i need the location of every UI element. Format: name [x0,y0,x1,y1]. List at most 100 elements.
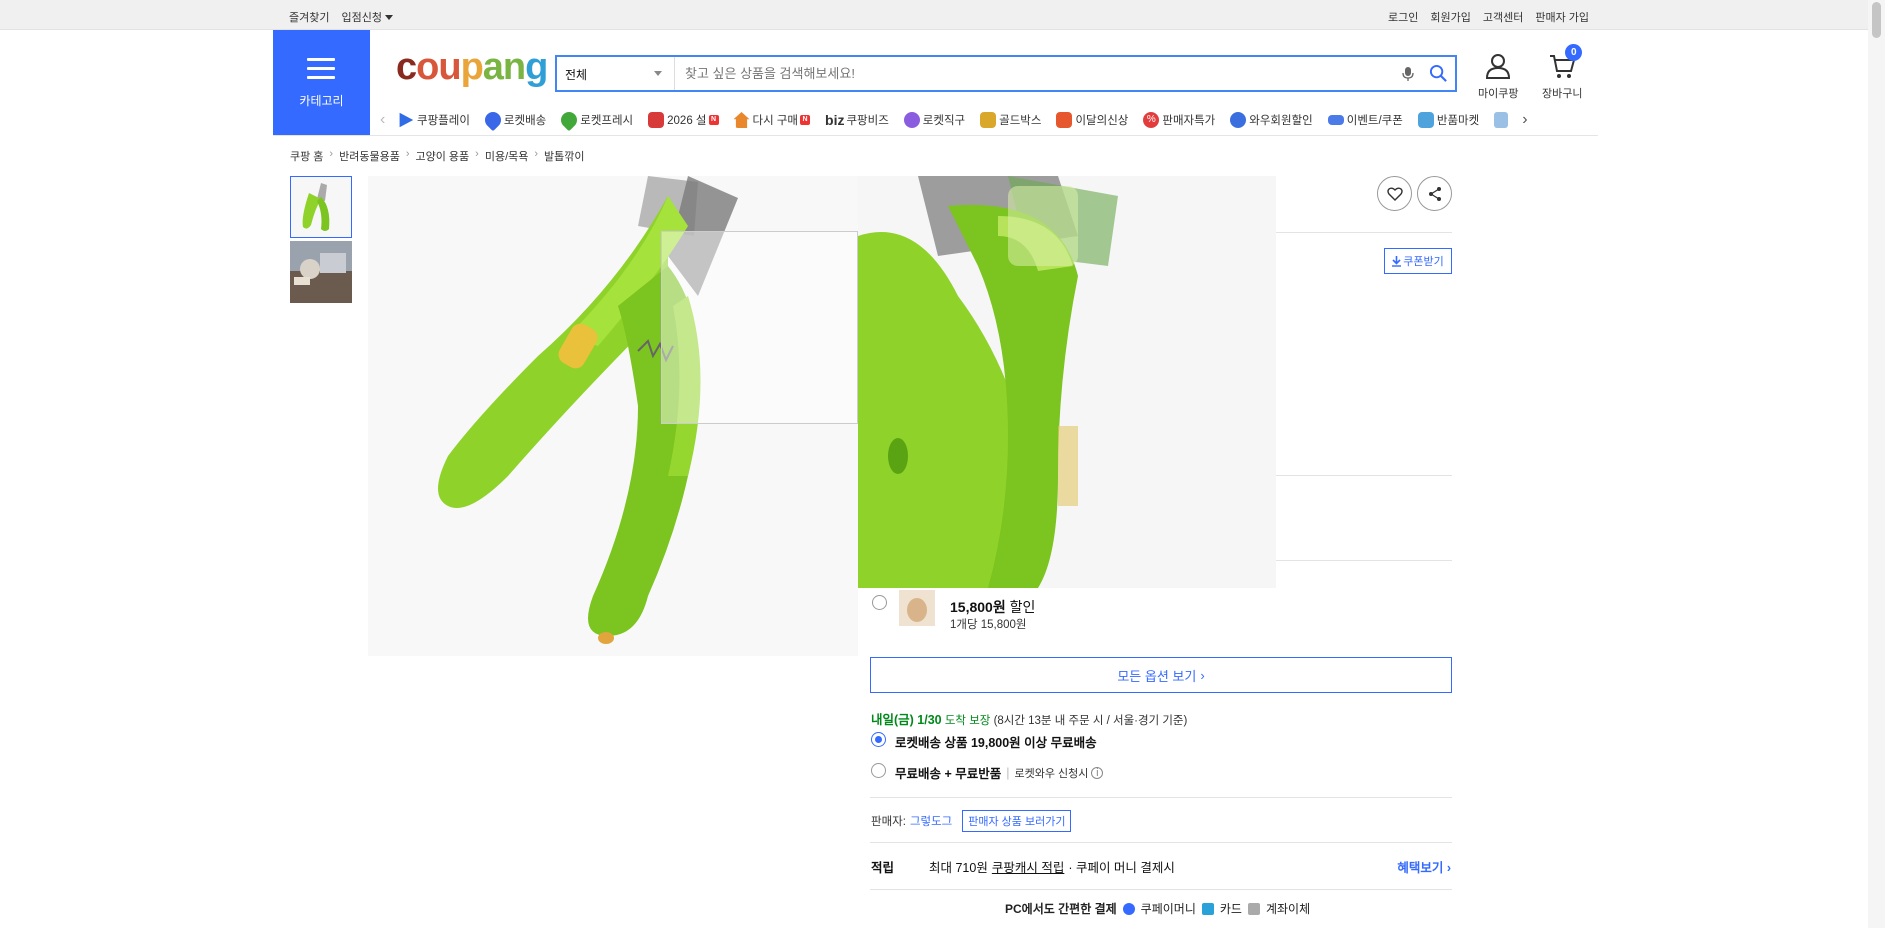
nav-item-label: 쿠팡비즈 [846,115,889,127]
search-icon[interactable] [1421,57,1455,90]
hamburger-icon [307,58,335,85]
breadcrumb-item[interactable]: 쿠팡 홈 [290,148,323,164]
seller-products-link[interactable]: 판매자 상품 보러가기 [962,810,1072,832]
cart-label: 장바구니 [1542,88,1583,100]
quick-nav-strip: ‹ 쿠팡플레이 로켓배송 로켓프레시 2026 설N 다시 구매 N biz 쿠팡비… [380,108,1580,132]
coupang-logo[interactable]: coupang [396,46,548,89]
top-utility-bar: 즐겨찾기 입점신청 로그인 회원가입 고객센터 판매자 가입 [0,0,1885,30]
nav-next-arrow-icon[interactable]: › [1522,111,1540,129]
nav-prev-arrow-icon[interactable]: ‹ [380,111,398,129]
option-discount-label: 할인 [1009,599,1036,615]
seller-apply-label: 입점신청 [341,12,382,24]
ticket-icon [1327,115,1344,125]
nav-item-return-market[interactable]: 반품마켓 [1417,112,1480,128]
shipping-radio[interactable] [871,732,886,747]
search-input[interactable] [675,57,1395,90]
product-thumbnail[interactable] [290,176,352,238]
option-unit-price: 1개당 15,800원 [950,619,1027,631]
wow-icon [1230,112,1247,128]
benefits-link[interactable]: 혜택보기 › [1397,857,1451,876]
seller-apply-link[interactable]: 입점신청 [341,9,393,25]
nav-item-label: 이달의신상 [1075,115,1129,127]
globe-icon [903,112,920,128]
share-icon [1428,186,1441,201]
nav-item-goldbox[interactable]: 골드박스 [980,112,1041,128]
customer-center-link[interactable]: 고객센터 [1483,9,1523,25]
nav-item-label: 로켓프레시 [580,115,634,127]
get-coupon-label: 쿠폰받기 [1403,256,1444,268]
more-nav-icon [1494,112,1509,128]
nav-item-rebuy[interactable]: 다시 구매 N [733,112,811,128]
delivery-info: 내일(금) 1/30 도착 보장 (8시간 13분 내 주문 시 / 서울·경기… [871,709,1187,728]
breadcrumb-separator: › [329,148,334,160]
nav-item-coupangplay[interactable]: 쿠팡플레이 [398,112,470,128]
percent-icon: % [1143,112,1160,128]
nav-item-label: 2026 설 [667,115,707,127]
nav-item-label: 판매자특가 [1162,115,1216,127]
nav-item-label: 쿠팡플레이 [417,115,470,127]
shipping-option-label: 로켓배송 상품 19,800원 이상 무료배송 [895,736,1097,750]
payment-methods: PC에서도 간편한 결제 쿠페이머니 카드 계좌이체 [1005,900,1310,917]
wishlist-button[interactable] [1377,176,1412,211]
new-badge: N [800,115,811,125]
signup-link[interactable]: 회원가입 [1430,9,1470,25]
nav-item-seller-deals[interactable]: % 판매자특가 [1143,112,1215,128]
rocket-icon [481,108,505,132]
page-scrollbar[interactable] [1868,0,1885,928]
cart-button[interactable]: 0 장바구니 [1542,44,1583,101]
breadcrumb-item[interactable]: 미용/목욕 [485,148,529,164]
breadcrumb-item[interactable]: 반려동물용품 [339,148,400,164]
search-scope-select[interactable]: 전체 [557,57,675,90]
shipping-option-rocket[interactable]: 로켓배송 상품 19,800원 이상 무료배송 [871,732,1097,751]
nav-item-wow-discount[interactable]: 와우회원할인 [1230,112,1313,128]
seller-name-link[interactable]: 그렇도그 [910,813,952,829]
get-coupon-button[interactable]: 쿠폰받기 [1384,248,1452,274]
cart-count-badge: 0 [1565,44,1583,61]
nav-item-new-arrivals[interactable]: 이달의신상 [1056,112,1128,128]
scrollbar-thumb[interactable] [1872,2,1881,38]
nav-item-rocket-fresh[interactable]: 로켓프레시 [557,108,634,132]
goldbox-icon [980,112,997,128]
seller-signup-link[interactable]: 판매자 가입 [1535,9,1589,25]
nav-item-rocket-delivery[interactable]: 로켓배송 [481,108,546,132]
points-max: 최대 710원 [929,861,988,875]
delivery-date: 내일(금) 1/30 [871,713,942,727]
shipping-option-note: 로켓와우 신청시 [1014,767,1089,780]
bookmark-link[interactable]: 즐겨찾기 [289,9,329,25]
microphone-icon[interactable] [1395,57,1421,90]
divider [1276,232,1452,233]
category-menu-button[interactable]: 카테고리 [273,30,370,135]
breadcrumb-item[interactable]: 발톱깎이 [544,148,584,164]
divider [870,889,1452,890]
gift-icon [648,112,665,128]
shipping-option-free[interactable]: 무료배송 + 무료반품 | 로켓와우 신청시 i [871,763,1104,782]
option-radio[interactable] [872,595,887,610]
coupang-cash-link[interactable]: 쿠팡캐시 적립 [992,857,1064,876]
view-all-options-button[interactable]: 모든 옵션 보기 › [870,657,1452,693]
search-scope-value: 전체 [565,68,588,82]
points-header: 적립 [871,861,895,875]
share-button[interactable] [1417,176,1452,211]
download-icon [1392,255,1402,267]
login-link[interactable]: 로그인 [1388,9,1418,25]
nav-item-events-coupons[interactable]: 이벤트/쿠폰 [1327,112,1403,128]
nav-item-lunar-new-year[interactable]: 2026 설N [648,112,719,128]
option-item[interactable]: 15,800원 할인 1개당 15,800원 [870,590,1450,631]
nav-item-label: 반품마켓 [1436,115,1480,127]
bank-transfer-icon [1247,902,1260,915]
product-thumbnail[interactable] [290,241,352,303]
shipping-radio[interactable] [871,763,886,778]
separator: | [1006,765,1010,780]
chevron-down-icon [654,71,662,76]
house-icon [733,112,750,128]
caret-down-icon [384,15,393,20]
card-icon [1201,902,1214,915]
nav-item-rocket-global[interactable]: 로켓직구 [903,112,966,128]
view-all-options-label: 모든 옵션 보기 [1117,668,1197,684]
user-icon [1486,54,1511,79]
nav-item-coupang-biz[interactable]: biz 쿠팡비즈 [825,112,889,128]
my-coupang-button[interactable]: 마이쿠팡 [1478,52,1518,101]
info-icon[interactable]: i [1091,766,1104,779]
nav-item-label: 로켓직구 [922,115,966,127]
breadcrumb-item[interactable]: 고양이 용품 [416,148,470,164]
